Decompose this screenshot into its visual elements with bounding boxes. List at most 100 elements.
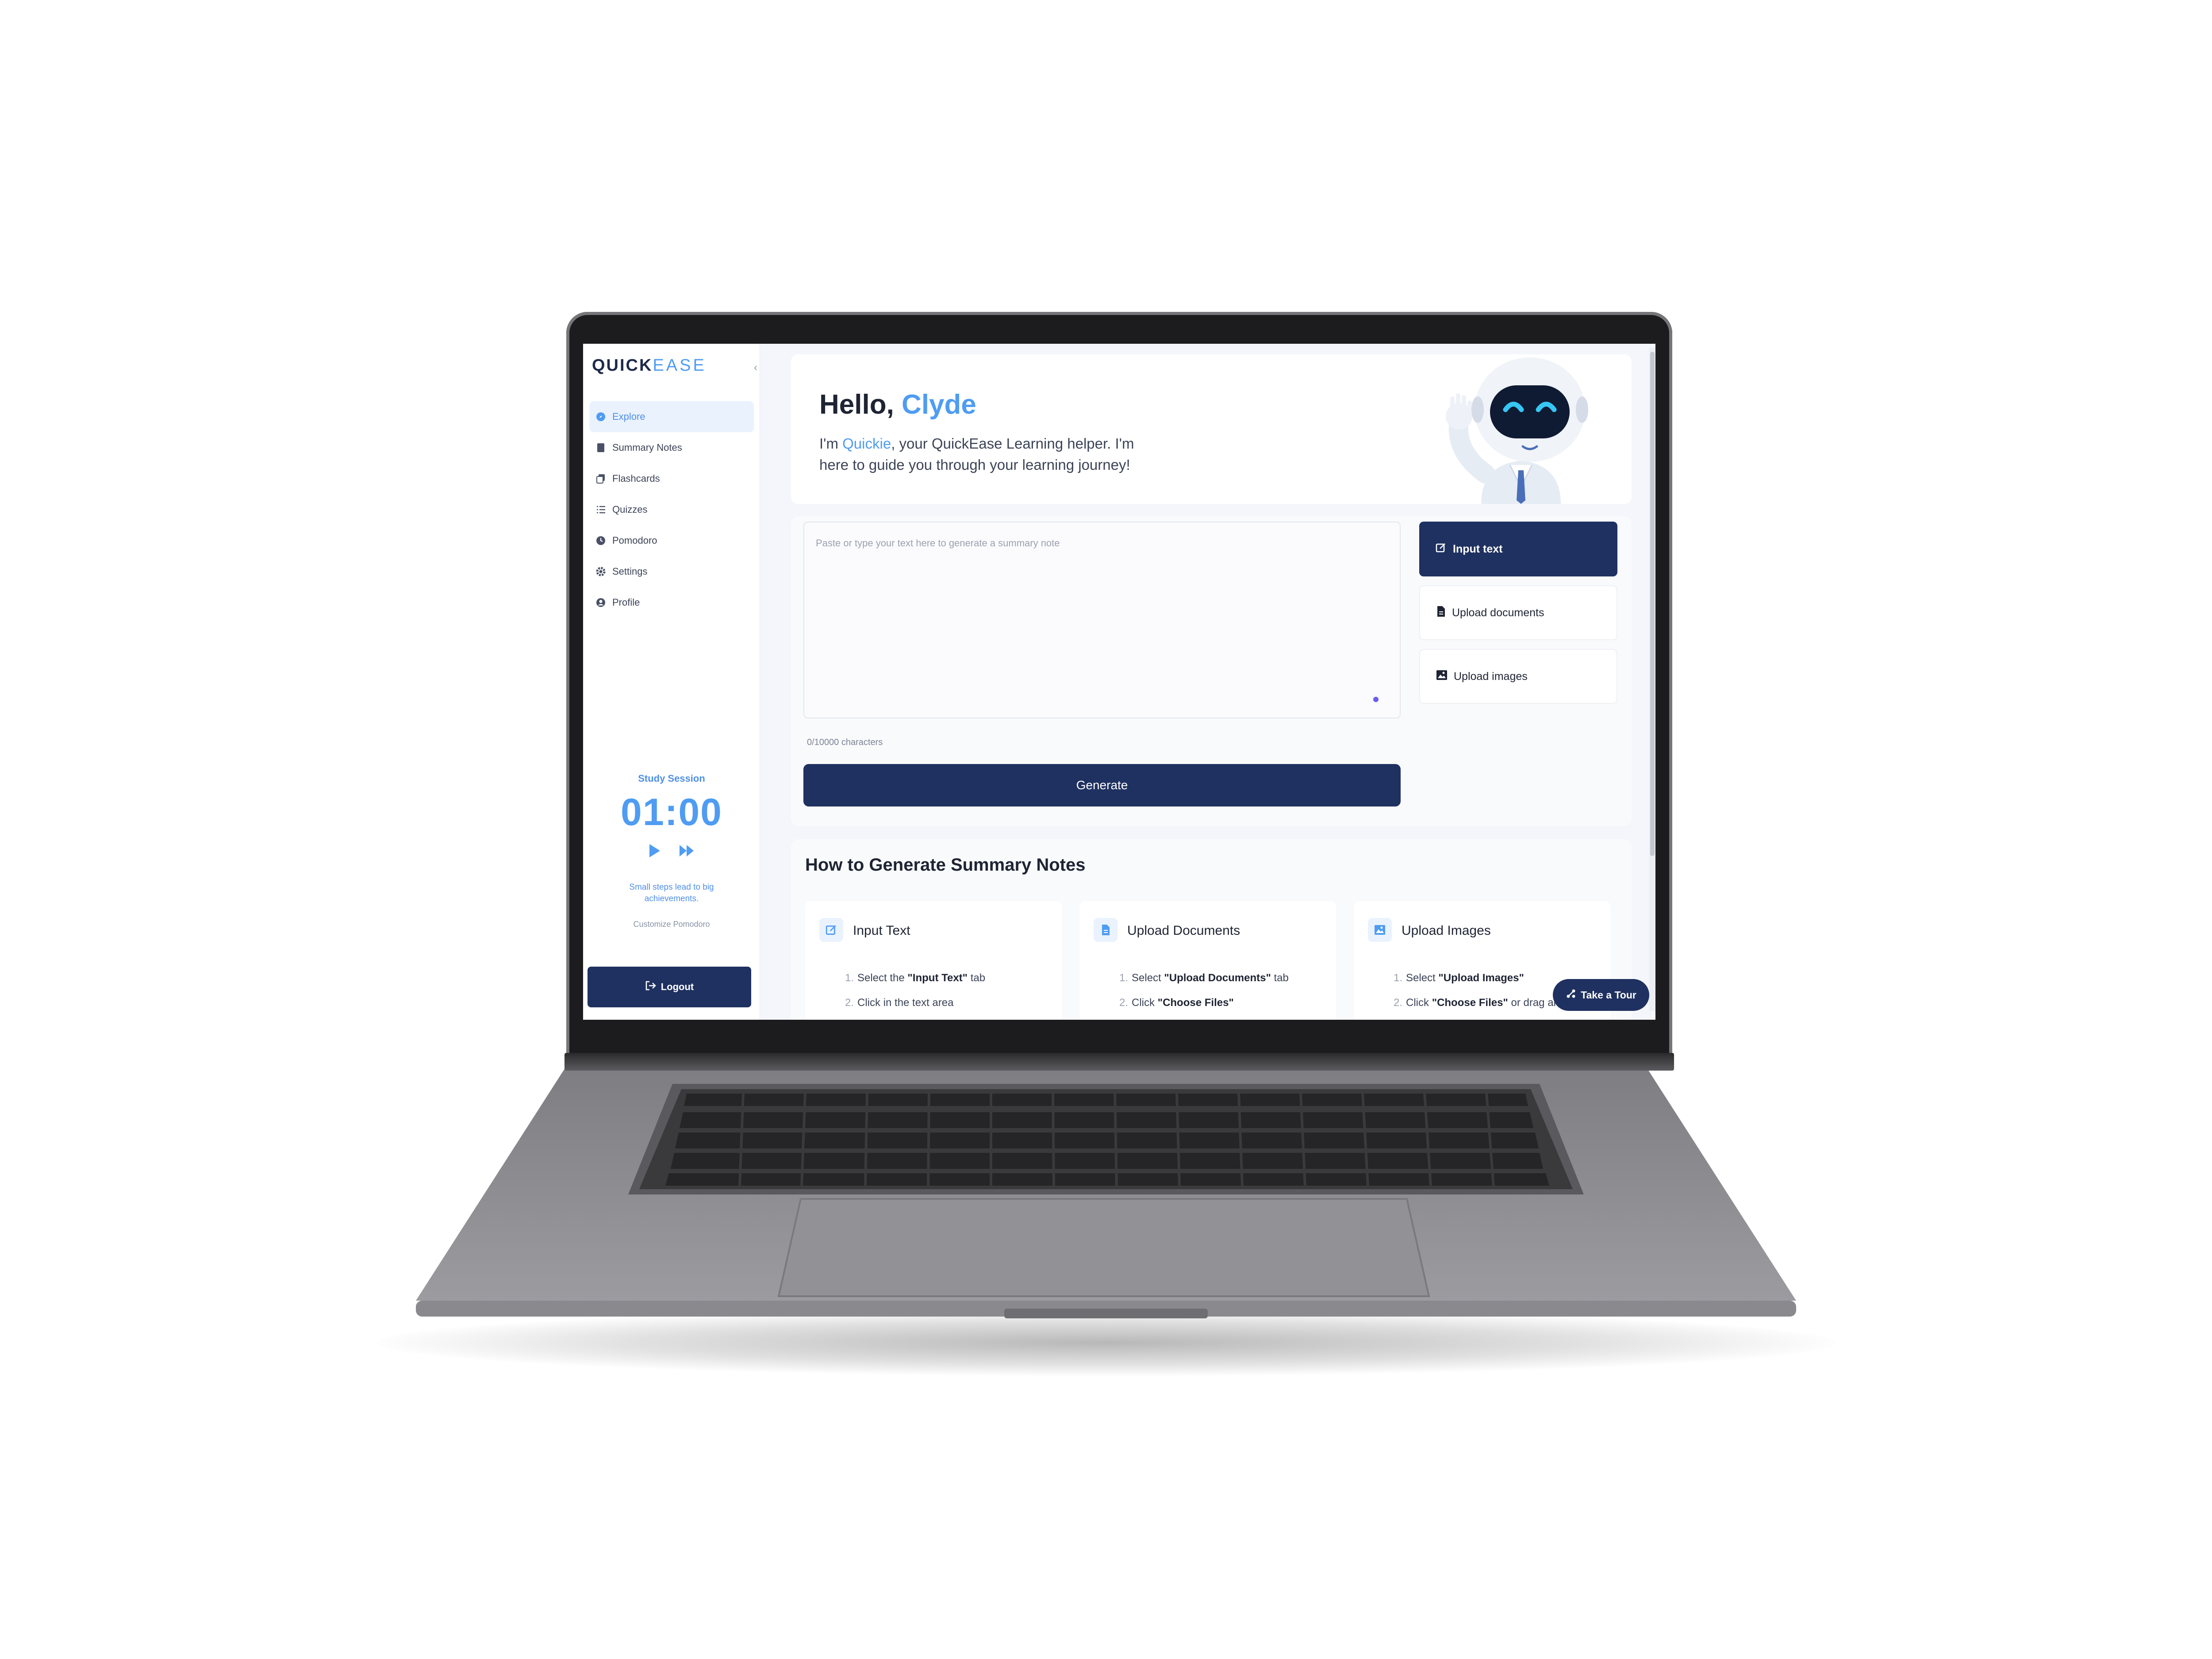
generate-button[interactable]: Generate — [803, 764, 1401, 806]
logout-label: Logout — [661, 981, 694, 992]
step-text: Select the — [857, 972, 908, 984]
sidebar-item-quizzes[interactable]: Quizzes — [589, 494, 754, 525]
sidebar-item-label: Pomodoro — [612, 535, 657, 546]
step-bold-text: "Upload Images" — [1438, 972, 1524, 984]
user-icon — [595, 597, 606, 608]
edit-icon — [1435, 542, 1447, 557]
collapse-sidebar-icon[interactable]: ‹ — [754, 361, 757, 374]
clock-icon — [595, 535, 606, 546]
sidebar-item-flashcards[interactable]: Flashcards — [589, 463, 754, 494]
step-text: Select — [1132, 972, 1164, 984]
image-icon — [1368, 918, 1392, 942]
user-name: Clyde — [902, 389, 976, 420]
logout-button[interactable]: Logout — [588, 967, 751, 1007]
laptop-hinge — [565, 1053, 1674, 1071]
summary-text-input[interactable]: Paste or type your text here to generate… — [803, 522, 1401, 718]
sidebar-item-label: Settings — [612, 566, 648, 577]
intro-prefix: I'm — [819, 435, 838, 452]
logout-icon — [645, 980, 657, 994]
step-item: 1. Select "Upload Documents" tab — [1119, 972, 1289, 984]
card-title: Upload Documents — [1127, 923, 1240, 938]
helper-name: Quickie — [842, 435, 891, 452]
document-icon — [1094, 918, 1118, 942]
list-icon — [595, 504, 606, 515]
laptop-shadow — [376, 1310, 1836, 1376]
step-item: 1. Select the "Input Text" tab — [845, 972, 985, 984]
step-item: 2. Click in the text area — [845, 997, 953, 1009]
note-icon — [595, 442, 606, 453]
image-icon — [1436, 670, 1448, 684]
step-bold-text: "Choose Files" — [1432, 997, 1508, 1009]
how-to-title: How to Generate Summary Notes — [805, 855, 1086, 875]
tab-label: Upload documents — [1452, 606, 1544, 619]
motivational-quote: Small steps lead to big achievements. — [629, 883, 714, 903]
tab-label: Upload images — [1454, 670, 1528, 683]
step-text: tab — [1271, 972, 1289, 984]
timer-controls — [583, 843, 760, 860]
laptop-base — [416, 1066, 1796, 1318]
step-bold-text: "Choose Files" — [1157, 997, 1234, 1009]
how-to-card-upload-documents: Upload Documents 1. Select "Upload Docume… — [1079, 901, 1336, 1020]
device-stage: QUICKEASE ‹ Explore Summary Notes Flashc… — [0, 0, 2212, 1659]
study-session-widget: Study Session 01:00 Small steps lead to … — [583, 773, 760, 929]
helper-intro: I'm Quickie, your QuickEase Learning hel… — [819, 433, 1164, 476]
cards-icon — [595, 473, 606, 484]
app-screen: QUICKEASE ‹ Explore Summary Notes Flashc… — [583, 344, 1655, 1020]
main-content: Hello, Clyde I'm Quickie, your QuickEase… — [773, 344, 1647, 1020]
step-text: Click — [1406, 997, 1432, 1009]
study-session-title: Study Session — [638, 773, 705, 784]
step-number: 2. — [1394, 997, 1403, 1009]
step-text: Click — [1132, 997, 1158, 1009]
take-a-tour-button[interactable]: Take a Tour — [1553, 979, 1649, 1011]
step-item: 2. Click "Choose Files" — [1119, 997, 1234, 1009]
sidebar-item-label: Flashcards — [612, 473, 660, 484]
logo-text-accent: EASE — [653, 356, 707, 375]
sidebar-item-label: Summary Notes — [612, 442, 682, 453]
share-icon — [1566, 988, 1576, 1002]
greeting-text: Hello, — [819, 389, 894, 420]
compass-icon — [595, 411, 606, 422]
sidebar-item-settings[interactable]: Settings — [589, 556, 754, 587]
skip-forward-icon[interactable] — [679, 843, 695, 860]
step-number: 2. — [1119, 997, 1129, 1009]
sidebar-item-label: Profile — [612, 597, 640, 608]
greeting-heading: Hello, Clyde — [819, 389, 976, 420]
sidebar-item-profile[interactable]: Profile — [589, 587, 754, 618]
scrollbar[interactable] — [1649, 347, 1655, 1011]
card-title: Upload Images — [1402, 923, 1491, 938]
sidebar-nav: Explore Summary Notes Flashcards Quizzes… — [589, 401, 754, 618]
app-logo[interactable]: QUICKEASE — [592, 356, 707, 375]
tab-upload-documents[interactable]: Upload documents — [1419, 585, 1617, 640]
sidebar-item-label: Explore — [612, 411, 645, 422]
step-number: 1. — [845, 972, 854, 984]
sidebar-item-pomodoro[interactable]: Pomodoro — [589, 525, 754, 556]
step-text: Select — [1406, 972, 1439, 984]
tour-label: Take a Tour — [1581, 989, 1636, 1001]
how-to-section: How to Generate Summary Notes Input Text… — [791, 839, 1632, 1020]
logo-text-main: QUICK — [592, 356, 653, 375]
play-icon[interactable] — [648, 843, 661, 860]
step-item: 2. Click "Choose Files" or drag and — [1394, 997, 1565, 1009]
step-number: 1. — [1394, 972, 1403, 984]
tab-label: Input text — [1453, 542, 1503, 555]
tab-upload-images[interactable]: Upload images — [1419, 649, 1617, 704]
document-icon — [1436, 606, 1446, 620]
robot-mascot-image — [1428, 354, 1614, 504]
sidebar-item-explore[interactable]: Explore — [589, 401, 754, 432]
pomodoro-timer: 01:00 — [621, 791, 722, 833]
step-number: 2. — [845, 997, 854, 1009]
scrollbar-thumb[interactable] — [1650, 352, 1655, 856]
sidebar-item-label: Quizzes — [612, 504, 648, 515]
card-title: Input Text — [853, 923, 910, 938]
step-bold-text: "Input Text" — [907, 972, 968, 984]
step-item: 1. Select "Upload Images" — [1394, 972, 1524, 984]
customize-pomodoro-link[interactable]: Customize Pomodoro — [583, 920, 760, 929]
sidebar-item-summary-notes[interactable]: Summary Notes — [589, 432, 754, 463]
summary-input-panel: Paste or type your text here to generate… — [791, 516, 1632, 826]
tab-input-text[interactable]: Input text — [1419, 522, 1617, 576]
edit-icon — [819, 918, 843, 942]
step-number: 1. — [1119, 972, 1129, 984]
assistant-indicator-dot — [1373, 697, 1379, 702]
sidebar: QUICKEASE ‹ Explore Summary Notes Flashc… — [583, 344, 760, 1020]
step-bold-text: "Upload Documents" — [1164, 972, 1271, 984]
